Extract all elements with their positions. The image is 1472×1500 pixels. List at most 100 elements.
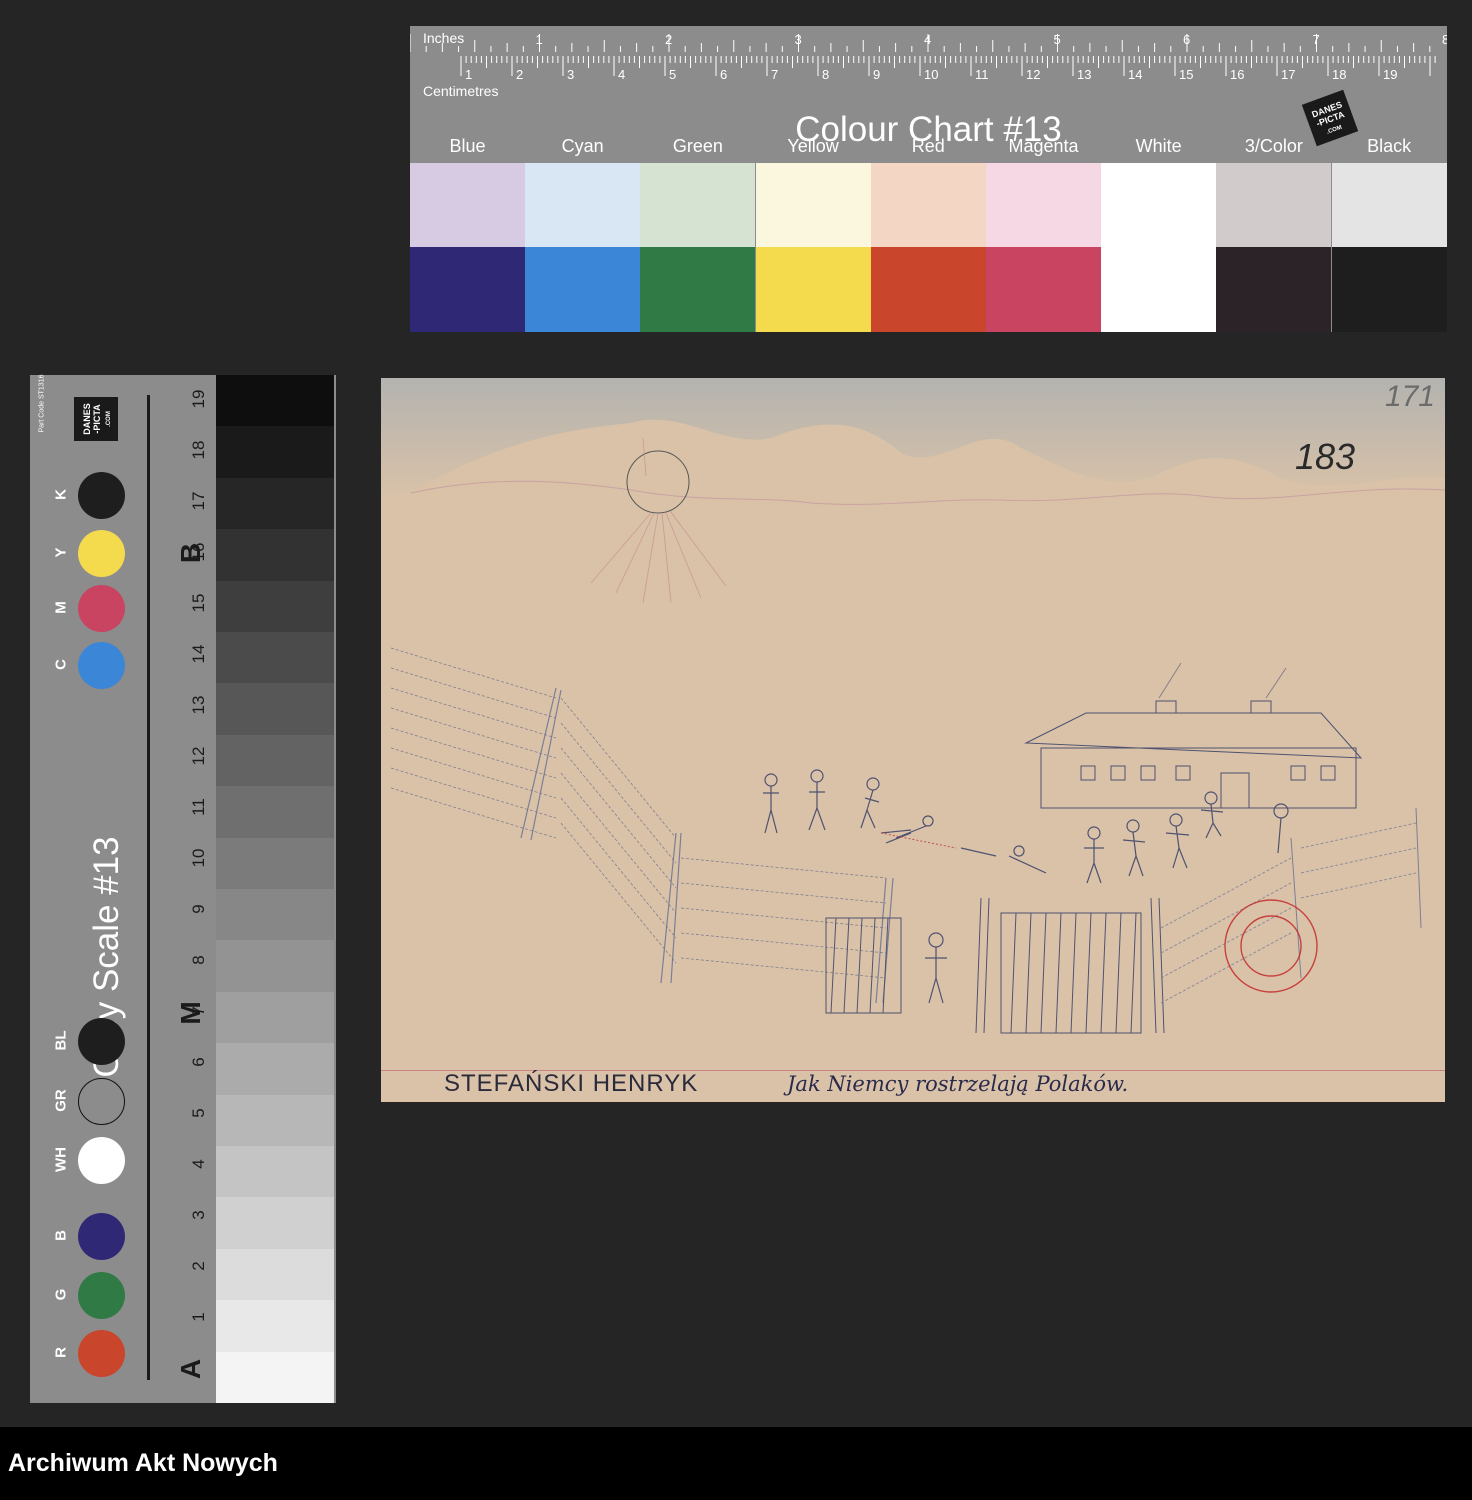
grey-step [216, 375, 334, 427]
grey-step [216, 837, 334, 890]
grey-step [216, 889, 334, 941]
grey-step-number: 10 [189, 848, 208, 868]
grey-step-number: 3 [189, 1210, 208, 1220]
swatch-light [1101, 163, 1217, 247]
cm-label: 1 [465, 67, 472, 82]
swatch-light [1331, 163, 1447, 247]
grey-step [216, 1351, 334, 1404]
swatch-dark [1331, 247, 1447, 332]
cm-label: 6 [720, 67, 727, 82]
grey-step-number: 2 [189, 1261, 208, 1271]
inch-label: 6 [1183, 32, 1190, 47]
cm-label: 9 [873, 67, 880, 82]
colour-name-3-color: 3/Color [1244, 136, 1303, 156]
cm-label: 11 [975, 67, 989, 82]
grey-step [216, 683, 334, 736]
grey-step [216, 1300, 334, 1353]
grey-step [216, 1094, 334, 1147]
inch-label: 8 [1442, 32, 1447, 47]
drawing-illustration [381, 378, 1445, 1034]
part-code: Part Code ST1316 [38, 374, 46, 433]
cm-label: 3 [567, 67, 574, 82]
patch-label: R [52, 1347, 70, 1358]
page-number-top: 171 [1384, 380, 1435, 413]
grey-step-number: 5 [189, 1108, 208, 1118]
inch-label: 7 [1313, 32, 1320, 47]
patch-r [78, 1330, 125, 1377]
grey-step [216, 1248, 334, 1301]
inches-label: Inches [423, 30, 465, 46]
swatch-dark [870, 247, 986, 332]
scale-letter-m: M [175, 1001, 206, 1025]
swatch-dark [1216, 247, 1332, 332]
swatch-dark [755, 247, 871, 332]
cm-label: 19 [1383, 67, 1397, 82]
patch-gr [78, 1078, 125, 1125]
cm-label: 4 [618, 67, 625, 82]
grey-step-number: 6 [189, 1057, 208, 1067]
patch-b [78, 1213, 125, 1260]
inch-label: 5 [1054, 32, 1061, 47]
brand-logo: DANES -PICTA .COM [74, 397, 118, 441]
grey-step-number: 14 [189, 644, 208, 664]
grey-step-number: 9 [189, 904, 208, 914]
swatch-dark [1101, 247, 1217, 332]
grey-step-number: 1 [189, 1312, 208, 1322]
colour-name-white: White [1135, 136, 1182, 156]
cm-label: 15 [1179, 67, 1193, 82]
drawing-caption: Jak Niemcy rostrzelają Polaków. [787, 1072, 1129, 1096]
cm-label: 12 [1026, 67, 1040, 82]
swatch-dark [525, 247, 641, 332]
cm-label: 5 [669, 67, 676, 82]
grey-step [216, 426, 334, 479]
grey-step [216, 734, 334, 787]
patch-label: K [52, 489, 70, 500]
patch-bl [78, 1018, 125, 1065]
grey-step-number: 15 [189, 593, 208, 613]
grey-step [216, 632, 334, 684]
grey-step-number: 8 [189, 955, 208, 965]
grey-scale-card: Part Code ST1316 DANES -PICTA .COM Grey Sc… [30, 374, 336, 1404]
grey-step-number: 19 [189, 389, 208, 409]
grey-step-number: 13 [189, 695, 208, 715]
swatch-dark [986, 247, 1101, 332]
patch-label: WH [52, 1147, 70, 1172]
inch-label: 2 [665, 32, 672, 47]
colour-name-cyan: Cyan [561, 136, 604, 156]
inch-label: 3 [795, 32, 802, 47]
colour-name-black: Black [1367, 136, 1412, 156]
colour-chart: 1 2 3 4 5 6 7 8 1 2 3 4 5 6 7 8 9 10 11 12 13 14 15 16 17 18 19 In… [410, 26, 1447, 332]
cm-label: 17 [1281, 67, 1295, 82]
patch-k [78, 472, 125, 519]
page-number: 183 [1295, 436, 1356, 477]
inch-label: 4 [924, 32, 931, 47]
patch-wh [78, 1137, 125, 1184]
grey-step [216, 940, 334, 993]
swatch-dark [410, 247, 525, 332]
colour-name-magenta: Magenta [1008, 136, 1079, 156]
patch-label: B [52, 1230, 70, 1241]
author-name: STEFAŃSKI HENRYK [444, 1070, 699, 1097]
patch-label: M [52, 601, 70, 614]
patch-c [78, 642, 125, 689]
colour-name-red: Red [911, 136, 945, 156]
colour-name-blue: Blue [449, 136, 486, 156]
swatch-light [986, 163, 1101, 247]
cm-label: 10 [924, 67, 938, 82]
cm-label: 16 [1230, 67, 1244, 82]
scale-letter-b: B [175, 542, 206, 564]
patch-g [78, 1272, 125, 1319]
swatch-light [870, 163, 986, 247]
ruler: 1 2 3 4 5 6 7 81 2 3 4 5 6 7 8 9 10 11 12 13 14 15 16 17 18 19 [410, 32, 1447, 82]
cm-label: 2 [516, 67, 523, 82]
colour-name-yellow: Yellow [787, 136, 839, 156]
grey-step-number: 11 [189, 798, 208, 816]
colour-name-green: Green [672, 136, 723, 156]
centimetres-label: Centimetres [423, 83, 499, 99]
inch-label: 1 [536, 32, 543, 47]
cm-label: 7 [771, 67, 778, 82]
patch-label: C [52, 659, 70, 670]
grey-step [216, 1197, 334, 1250]
grey-step [216, 477, 334, 530]
patch-m [78, 585, 125, 632]
